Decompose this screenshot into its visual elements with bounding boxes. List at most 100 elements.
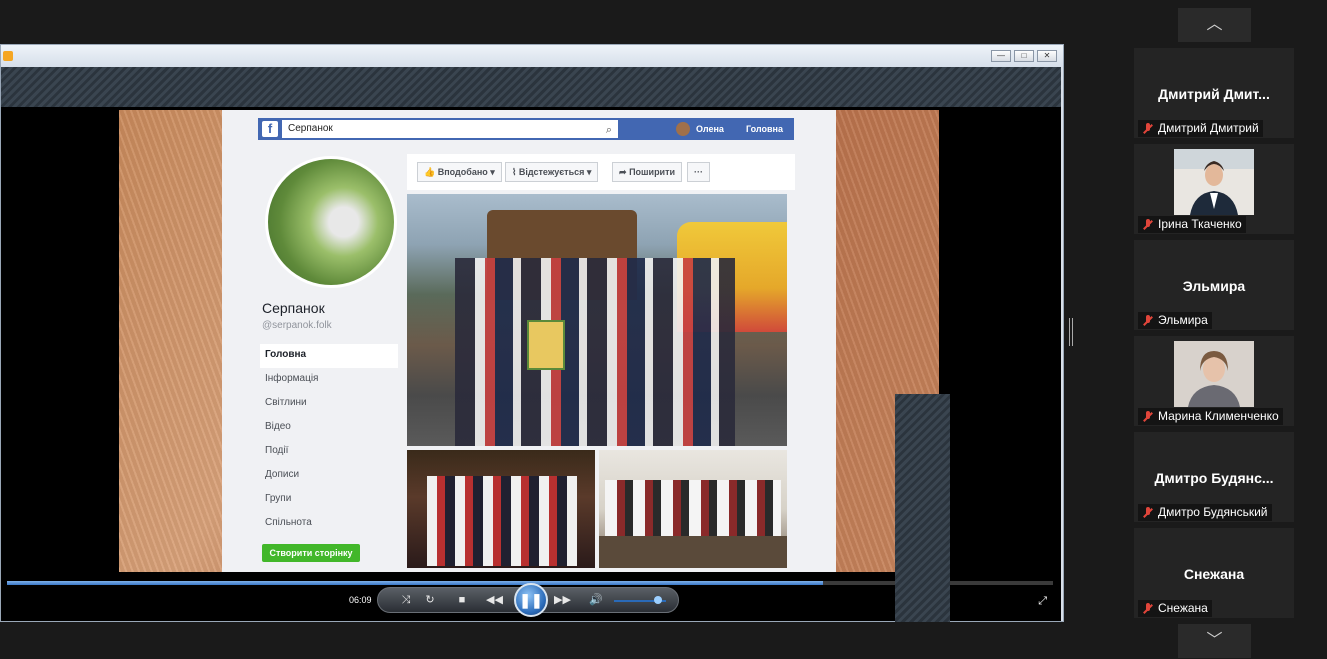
mic-muted-icon bbox=[1141, 410, 1155, 423]
group-photo-table bbox=[599, 450, 787, 568]
mic-muted-icon bbox=[1141, 602, 1155, 615]
share-arrow-icon: ➦ bbox=[619, 167, 627, 177]
page-nav-item: Інформація bbox=[265, 373, 319, 384]
create-page-button: Створити сторінку bbox=[262, 544, 360, 562]
people-shape bbox=[455, 258, 735, 446]
page-nav-item: Дописи bbox=[265, 469, 300, 480]
page-profile-photo bbox=[265, 156, 397, 288]
repeat-icon[interactable]: ↻ bbox=[422, 593, 438, 607]
stop-icon[interactable]: ■ bbox=[454, 593, 470, 607]
panel-resize-handle[interactable] bbox=[1069, 318, 1073, 346]
page-nav-item: Спільнота bbox=[265, 517, 312, 528]
fullscreen-icon[interactable]: ⤢ bbox=[1038, 595, 1047, 608]
fast-forward-icon[interactable]: ▶▶ bbox=[554, 593, 571, 607]
participant-name: Дмитрий Дмитрий bbox=[1158, 121, 1259, 135]
participant-display-name: Снежана bbox=[1183, 566, 1245, 582]
diploma-shape bbox=[527, 320, 565, 370]
participant-name: Снежана bbox=[1158, 601, 1208, 615]
scroll-down-button[interactable]: ﹀ bbox=[1178, 624, 1251, 658]
chevron-up-icon: ︿ bbox=[1206, 16, 1223, 33]
table-shape bbox=[599, 536, 787, 568]
maximize-button[interactable]: □ bbox=[1014, 50, 1034, 62]
page-nav-item: Відео bbox=[265, 421, 291, 432]
group-photo-indoor bbox=[407, 450, 595, 568]
volume-knob[interactable] bbox=[654, 596, 663, 604]
group-photo-main bbox=[407, 194, 787, 446]
participant-name-label: Ірина Ткаченко bbox=[1138, 216, 1246, 233]
player-titlebar[interactable]: — □ ✕ bbox=[1, 45, 1063, 67]
people-shape bbox=[427, 476, 577, 566]
mic-muted-icon bbox=[1141, 314, 1155, 327]
participant-name-label: Снежана bbox=[1138, 600, 1212, 617]
seek-bar-fill bbox=[7, 581, 823, 585]
facebook-search-value: Серпанок bbox=[288, 123, 333, 134]
participant-tile[interactable]: Дмитро Будянс... Дмитро Будянський bbox=[1134, 432, 1294, 522]
thumbs-up-icon: 👍 bbox=[424, 167, 436, 177]
chevron-down-icon: ﹀ bbox=[1206, 632, 1223, 649]
caret-down-icon: ▾ bbox=[490, 167, 495, 177]
rss-icon: ⌇ bbox=[512, 167, 517, 177]
page-name: Серпанок bbox=[262, 300, 325, 316]
share-button: ➦ Поширити bbox=[612, 162, 683, 182]
facebook-topbar: f Серпанок ⌕ Олена Головна bbox=[258, 118, 794, 140]
video-top-bar bbox=[1, 67, 1061, 107]
caret-down-icon: ▾ bbox=[586, 167, 592, 177]
mic-muted-icon bbox=[1141, 122, 1155, 135]
page-nav: Головна Інформація Світлини Відео Події … bbox=[260, 344, 398, 536]
rewind-icon[interactable]: ◀◀ bbox=[486, 593, 503, 607]
participant-name-label: Дмитро Будянський bbox=[1138, 504, 1272, 521]
participant-name-label: Марина Клименченко bbox=[1138, 408, 1283, 425]
page-action-bar: 👍 Вподобано ▾ ⌇ Відстежується ▾ ➦ Пошири… bbox=[407, 154, 795, 190]
mic-muted-icon bbox=[1141, 218, 1155, 231]
meeting-screen: — □ ✕ f Серпанок ⌕ Олена Головна Серпано… bbox=[0, 0, 1327, 659]
participant-name: Эльмира bbox=[1158, 313, 1208, 327]
participant-name: Дмитро Будянський bbox=[1158, 505, 1268, 519]
page-nav-item: Групи bbox=[265, 493, 292, 504]
participant-display-name: Эльмира bbox=[1182, 278, 1246, 294]
page-nav-item: Головна bbox=[260, 344, 398, 368]
participant-video bbox=[1174, 341, 1254, 407]
transport-controls: ⤨ ↻ ■ ◀◀ ❚❚ ▶▶ 🔊 bbox=[377, 583, 679, 617]
follow-button: ⌇ Відстежується ▾ bbox=[505, 162, 599, 182]
video-overlay-block bbox=[895, 394, 950, 622]
volume-icon[interactable]: 🔊 bbox=[588, 593, 604, 607]
pause-button[interactable]: ❚❚ bbox=[514, 583, 548, 617]
mic-muted-icon bbox=[1141, 506, 1155, 519]
participant-display-name: Дмитрий Дмит... bbox=[1158, 86, 1270, 102]
page-handle: @serpanok.folk bbox=[262, 320, 332, 331]
share-label: Поширити bbox=[629, 167, 676, 177]
user-avatar bbox=[676, 122, 690, 136]
presentation-slide: f Серпанок ⌕ Олена Головна Серпанок @ser… bbox=[119, 110, 939, 572]
elapsed-time: 06:09 bbox=[349, 595, 372, 605]
participant-display-name: Дмитро Будянс... bbox=[1154, 470, 1274, 486]
like-button: 👍 Вподобано ▾ bbox=[417, 162, 502, 182]
scroll-up-button[interactable]: ︿ bbox=[1178, 8, 1251, 42]
participant-tile[interactable]: Ірина Ткаченко bbox=[1134, 144, 1294, 234]
facebook-home-link: Головна bbox=[746, 124, 783, 134]
participant-tile[interactable]: Снежана Снежана bbox=[1134, 528, 1294, 618]
facebook-logo-icon: f bbox=[262, 121, 278, 137]
shuffle-icon[interactable]: ⤨ bbox=[398, 593, 414, 607]
like-label: Вподобано bbox=[437, 167, 488, 177]
participant-name-label: Эльмира bbox=[1138, 312, 1212, 329]
participant-tile[interactable]: Эльмира Эльмира bbox=[1134, 240, 1294, 330]
player-app-icon bbox=[3, 51, 13, 61]
participant-name-label: Дмитрий Дмитрий bbox=[1138, 120, 1263, 137]
facebook-page-screenshot: f Серпанок ⌕ Олена Головна Серпанок @ser… bbox=[222, 110, 836, 572]
participant-tile[interactable]: Марина Клименченко bbox=[1134, 336, 1294, 426]
people-shape bbox=[605, 480, 781, 536]
participant-name: Ірина Ткаченко bbox=[1158, 217, 1242, 231]
participant-video-frame bbox=[1174, 341, 1254, 407]
more-button: ··· bbox=[687, 162, 710, 182]
facebook-search-field: Серпанок ⌕ bbox=[282, 120, 618, 138]
minimize-button[interactable]: — bbox=[991, 50, 1011, 62]
search-icon: ⌕ bbox=[605, 124, 612, 136]
facebook-user-name: Олена bbox=[696, 124, 724, 134]
close-button[interactable]: ✕ bbox=[1037, 50, 1057, 62]
participant-name: Марина Клименченко bbox=[1158, 409, 1279, 423]
follow-label: Відстежується bbox=[518, 167, 585, 177]
page-nav-item: Події bbox=[265, 445, 289, 456]
participant-tile[interactable]: Дмитрий Дмит... Дмитрий Дмитрий bbox=[1134, 48, 1294, 138]
window-buttons: — □ ✕ bbox=[991, 50, 1057, 62]
participant-video bbox=[1174, 149, 1254, 215]
